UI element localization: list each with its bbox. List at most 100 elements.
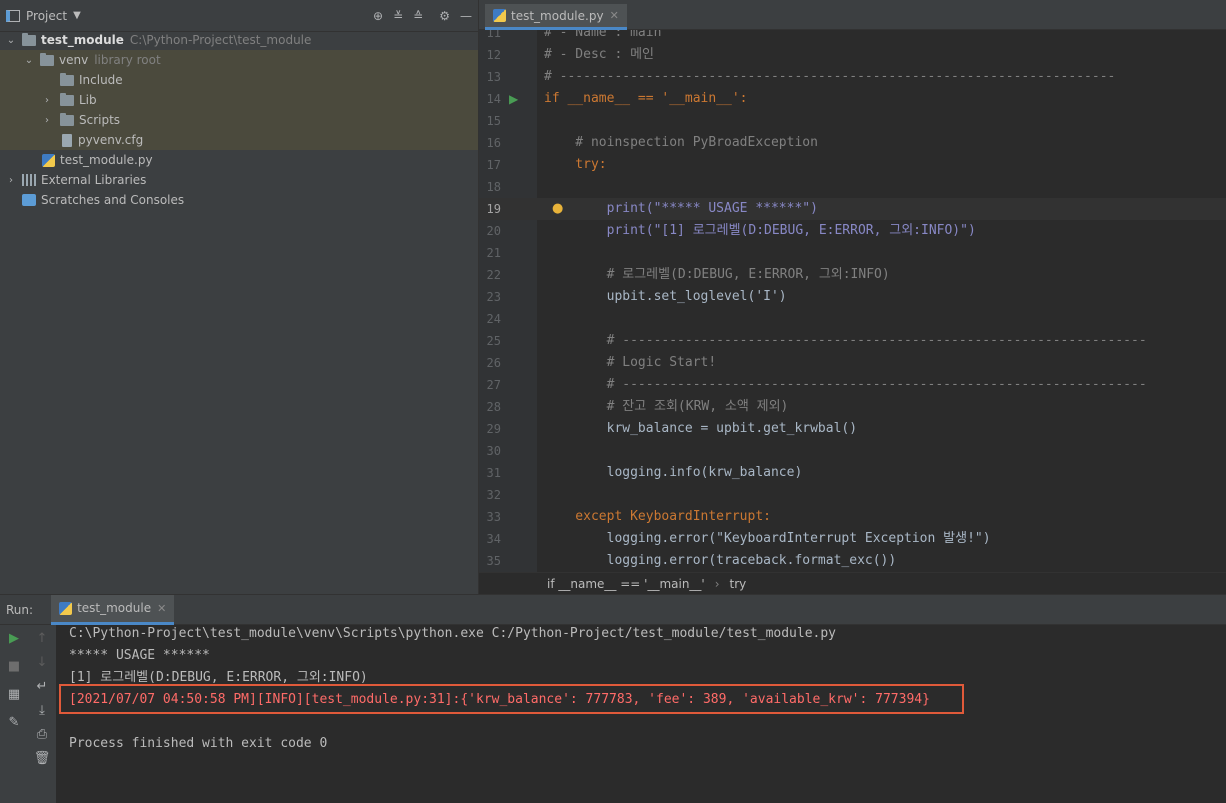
tree-label: test_module [41, 33, 124, 47]
folder-icon [60, 92, 74, 106]
scroll-to-end-icon[interactable]: ⤓ [39, 703, 45, 718]
code-line: 11 # - Name : main [479, 30, 1226, 44]
tree-label: venv [59, 53, 89, 67]
tab-run-test-module[interactable]: test_module ✕ [51, 594, 175, 625]
chevron-down-icon[interactable]: ⌄ [24, 55, 34, 66]
tab-label: test_module [77, 601, 152, 615]
scratches-icon [22, 194, 36, 206]
code-line: 21 [479, 242, 1226, 264]
editor-panel: test_module.py ✕ 11 # - Name : main 12 # -… [478, 0, 1226, 594]
line-number: 29 [486, 422, 501, 436]
chevron-right-icon[interactable]: › [6, 175, 16, 186]
code-text: if __name__ == '__main__': [544, 91, 748, 106]
code-line: 14 ▶ if __name__ == '__main__': [479, 88, 1226, 110]
tree-label: pyvenv.cfg [78, 133, 144, 147]
line-number: 11 [486, 30, 501, 40]
locate-icon[interactable]: ⊕ [373, 9, 383, 23]
folder-icon [40, 52, 54, 66]
tree-item-pyvenv[interactable]: pyvenv.cfg [0, 130, 478, 150]
tree-label: Scratches and Consoles [41, 193, 185, 207]
line-number: 27 [486, 378, 501, 392]
close-icon[interactable]: ✕ [610, 9, 619, 22]
gear-icon[interactable]: ⚙ [439, 9, 450, 23]
code-text: # 잔고 조회(KRW, 소액 제외) [544, 399, 789, 414]
code-text: # noinspection PyBroadException [544, 135, 818, 150]
code-text: logging.error("KeyboardInterrupt Excepti… [544, 531, 991, 546]
code-line: 16 # noinspection PyBroadException [479, 132, 1226, 154]
code-text: # 로그레벨(D:DEBUG, E:ERROR, 그외:INFO) [544, 267, 890, 282]
code-line: 15 [479, 110, 1226, 132]
folder-icon [60, 72, 74, 86]
line-number: 16 [486, 136, 501, 150]
pin-icon[interactable]: ✎ [9, 715, 20, 730]
editor-tab-bar: test_module.py ✕ [479, 0, 1226, 30]
tree-label: External Libraries [41, 173, 147, 187]
code-line: 34 logging.error("KeyboardInterrupt Exce… [479, 528, 1226, 550]
code-line: 26 # Logic Start! [479, 352, 1226, 374]
line-number: 19 [486, 202, 501, 216]
line-number: 23 [486, 290, 501, 304]
chevron-down-icon[interactable]: ▼ [73, 10, 81, 21]
tree-item-include[interactable]: Include [0, 70, 478, 90]
line-number: 18 [486, 180, 501, 194]
tree-item-test-module[interactable]: ⌄ test_module C:\Python-Project\test_mod… [0, 30, 478, 50]
code-text: logging.error(traceback.format_exc()) [544, 553, 897, 568]
line-number: 26 [486, 356, 501, 370]
tree-label: Include [79, 73, 123, 87]
chevron-right-icon[interactable]: › [42, 95, 52, 106]
tree-label: Scripts [79, 113, 121, 127]
minimize-icon[interactable]: — [460, 9, 472, 23]
tree-item-lib[interactable]: › Lib [0, 90, 478, 110]
trash-icon[interactable]: 🗑 [34, 751, 51, 766]
expand-all-icon[interactable]: ≚ [393, 9, 403, 23]
soft-wrap-icon[interactable]: ↵ [37, 679, 48, 694]
print-icon[interactable]: ⎙ [37, 727, 47, 742]
code-text: krw_balance = upbit.get_krwbal() [544, 421, 858, 436]
code-text: try: [544, 157, 607, 172]
code-text: # --------------------------------------… [544, 333, 1147, 348]
code-line: 20 print("[1] 로그레벨(D:DEBUG, E:ERROR, 그외:… [479, 220, 1226, 242]
run-tab-bar: Run: test_module ✕ [0, 594, 1226, 625]
run-gutter-icon[interactable]: ▶ [509, 88, 518, 110]
code-text: # - Desc : 메인 [544, 47, 655, 62]
arrow-down-icon[interactable]: ↓ [37, 655, 48, 670]
line-number: 22 [486, 268, 501, 282]
folder-icon [60, 112, 74, 126]
python-file-icon [42, 153, 55, 167]
code-text: print("***** USAGE ******") [544, 201, 818, 216]
code-line: 25 # -----------------------------------… [479, 330, 1226, 352]
tab-test-module-py[interactable]: test_module.py ✕ [485, 4, 627, 30]
arrow-up-icon[interactable]: ↑ [37, 631, 48, 646]
code-text: # --------------------------------------… [544, 69, 1116, 84]
collapse-all-icon[interactable]: ≙ [413, 9, 423, 23]
code-line: 29 krw_balance = upbit.get_krwbal() [479, 418, 1226, 440]
folder-icon [22, 32, 36, 46]
layout-icon[interactable]: ▦ [8, 687, 20, 702]
code-line: 28 # 잔고 조회(KRW, 소액 제외) [479, 396, 1226, 418]
code-line-current: 19 ● print("***** USAGE ******") [479, 198, 1226, 220]
code-line: 18 [479, 176, 1226, 198]
code-area[interactable]: 11 # - Name : main 12 # - Desc : 메인 13 # --… [479, 30, 1226, 572]
breadcrumb-item[interactable]: try [730, 577, 747, 591]
rerun-icon[interactable]: ▶ [9, 631, 19, 646]
tree-item-external-libraries[interactable]: › External Libraries [0, 170, 478, 190]
stop-icon[interactable]: ■ [8, 659, 20, 674]
breadcrumb-item[interactable]: if __name__ == '__main__' [547, 577, 705, 591]
code-line: 33 except KeyboardInterrupt: [479, 506, 1226, 528]
run-toolbar-secondary: ↑ ↓ ↵ ⤓ ⎙ 🗑 [28, 625, 56, 803]
tree-item-venv[interactable]: ⌄ venv library root [0, 50, 478, 70]
code-line: 24 [479, 308, 1226, 330]
tree-item-test-module-py[interactable]: test_module.py [0, 150, 478, 170]
line-number: 33 [486, 510, 501, 524]
tree-item-scratches[interactable]: Scratches and Consoles [0, 190, 478, 210]
tree-label: test_module.py [60, 153, 153, 167]
chevron-right-icon[interactable]: › [42, 115, 52, 126]
tree-item-scripts[interactable]: › Scripts [0, 110, 478, 130]
chevron-down-icon[interactable]: ⌄ [6, 35, 16, 46]
line-number: 17 [486, 158, 501, 172]
code-text: # Logic Start! [544, 355, 717, 370]
close-icon[interactable]: ✕ [157, 602, 166, 615]
line-number: 24 [486, 312, 501, 326]
chevron-right-icon: › [714, 576, 720, 591]
project-title[interactable]: Project [26, 9, 67, 23]
